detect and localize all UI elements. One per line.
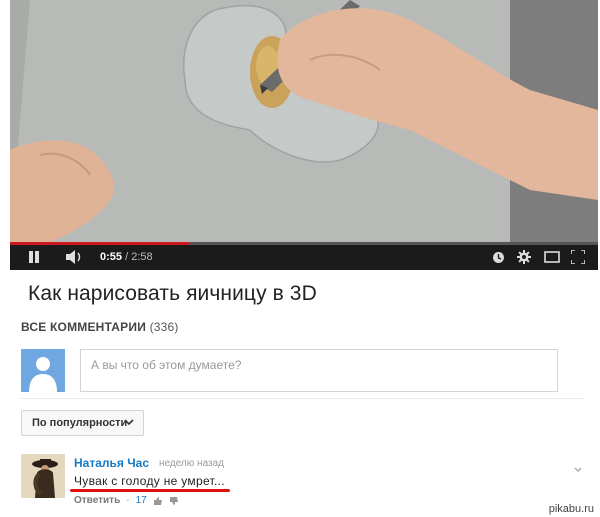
comment-author-name[interactable]: Наталья Час: [74, 456, 149, 470]
comments-heading: ВСЕ КОММЕНТАРИИ (336): [21, 320, 179, 334]
comment-text-underline: [70, 489, 230, 492]
settings-icon: [517, 250, 531, 264]
sort-dropdown[interactable]: По популярности: [21, 410, 144, 436]
volume-icon: [66, 250, 81, 264]
default-user-icon: [29, 357, 57, 392]
settings-button[interactable]: [517, 250, 531, 264]
autoplay-icon: [493, 251, 504, 263]
chevron-down-icon: [574, 467, 582, 472]
reply-link[interactable]: Ответить: [74, 495, 120, 506]
time-separator: /: [122, 251, 132, 263]
duration: 2:58: [131, 251, 153, 263]
like-count: 17: [135, 495, 147, 506]
autoplay-button[interactable]: [492, 250, 505, 264]
comment-text: Чувак с голоду не умрет...: [74, 474, 225, 488]
fullscreen-icon: [571, 250, 585, 264]
actions-separator: ·: [126, 495, 130, 506]
thumbs-down-icon[interactable]: [169, 496, 179, 506]
sort-dropdown-label: По популярности: [32, 417, 128, 429]
chevron-down-icon: [124, 419, 134, 426]
divider: [21, 398, 583, 399]
theater-mode-button[interactable]: [544, 250, 560, 264]
video-frame[interactable]: [10, 0, 598, 242]
comment-menu-button[interactable]: [574, 460, 582, 478]
comment-input-placeholder: А вы что об этом думаете?: [91, 358, 242, 372]
comment-timestamp[interactable]: неделю назад: [159, 458, 224, 469]
progress-bar[interactable]: [10, 242, 598, 245]
comment-input[interactable]: А вы что об этом думаете?: [80, 349, 558, 392]
comments-heading-label: ВСЕ КОММЕНТАРИИ: [21, 320, 147, 334]
current-time: 0:55: [100, 251, 123, 263]
pause-button[interactable]: [28, 250, 40, 264]
video-player[interactable]: 0:55 / 2:58: [10, 0, 598, 270]
watermark: pikabu.ru: [546, 503, 596, 515]
fullscreen-button[interactable]: [571, 250, 585, 264]
comment-author-avatar[interactable]: [21, 454, 65, 498]
author-photo: [21, 454, 65, 498]
theater-mode-icon: [544, 251, 560, 263]
video-controls-bar: 0:55 / 2:58: [10, 242, 598, 270]
volume-button[interactable]: [66, 250, 84, 264]
pause-icon: [29, 251, 39, 263]
thumbs-up-icon[interactable]: [153, 496, 163, 506]
comment-actions: Ответить · 17: [74, 495, 179, 506]
video-title: Как нарисовать яичницу в 3D: [28, 282, 317, 305]
current-user-avatar: [21, 349, 65, 392]
comments-count: (336): [149, 320, 179, 334]
progress-bar-fill: [10, 242, 190, 245]
time-display: 0:55 / 2:58: [100, 250, 153, 264]
